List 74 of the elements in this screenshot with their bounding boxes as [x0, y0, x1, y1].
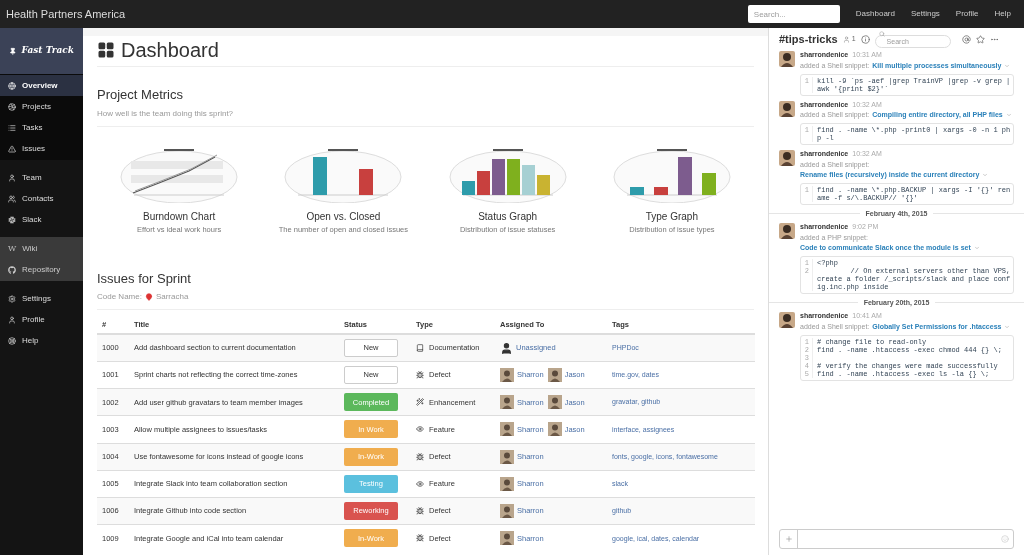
- nav-icon: [8, 123, 16, 132]
- brand-name[interactable]: Fast Track: [21, 44, 74, 58]
- dashboard-icon: [97, 41, 115, 59]
- avatar: [500, 503, 514, 518]
- section-title: Project Metrics: [97, 86, 184, 104]
- user-icon: [500, 341, 513, 355]
- caret-icon[interactable]: [1005, 112, 1012, 118]
- nav-icon: [8, 194, 16, 203]
- avatar: [779, 150, 795, 166]
- app-title: Health Partners America: [6, 6, 126, 22]
- nav-link[interactable]: Dashboard: [855, 8, 895, 20]
- section-title: Issues for Sprint: [97, 269, 192, 288]
- sidebar-item[interactable]: W Wiki: [0, 238, 83, 259]
- avatar: [500, 395, 514, 410]
- avatar: [779, 312, 795, 328]
- pin-icon: [144, 293, 153, 302]
- avatar: [500, 449, 514, 464]
- nav-icon: [8, 173, 16, 182]
- avatar: [500, 531, 514, 546]
- avatar: [547, 368, 562, 383]
- nav-icon: [8, 294, 16, 303]
- avatar: [547, 422, 562, 437]
- search-icon: [878, 30, 885, 37]
- nav-icon: [8, 144, 16, 153]
- star-icon[interactable]: [975, 34, 985, 44]
- avatar: [547, 395, 562, 410]
- sidebar-item[interactable]: Repository: [0, 259, 83, 280]
- sidebar-item[interactable]: Team: [0, 167, 83, 188]
- mention-icon[interactable]: [961, 34, 971, 44]
- section-subtitle: How well is the team doing this sprint?: [97, 107, 754, 127]
- member-icon: [842, 35, 850, 43]
- emoji-icon[interactable]: [1001, 535, 1009, 543]
- code-name-label: Code Name:: [97, 291, 142, 304]
- caret-icon[interactable]: [982, 171, 989, 178]
- chart-title: Status Graph: [478, 209, 538, 224]
- nav-icon: [8, 315, 16, 324]
- sidebar-item[interactable]: Projects: [0, 96, 83, 117]
- page-title: Dashboard: [121, 38, 219, 62]
- sidebar-item[interactable]: Tasks: [0, 117, 83, 138]
- nav-icon: [8, 102, 16, 111]
- nav-icon: [8, 215, 16, 224]
- avatar: [500, 422, 514, 437]
- sidebar-item[interactable]: Help: [0, 330, 83, 351]
- nav-icon: [8, 336, 16, 345]
- message-input[interactable]: [779, 529, 1014, 549]
- nav-icon: [8, 265, 16, 274]
- sidebar-item[interactable]: Settings: [0, 288, 83, 309]
- wiki-glyph: W: [8, 242, 17, 255]
- avatar: [779, 223, 795, 239]
- avatar: [500, 476, 514, 491]
- avatar: [779, 100, 795, 117]
- chart-title: Open vs. Closed: [306, 209, 381, 224]
- sidebar-item[interactable]: Contacts: [0, 188, 83, 209]
- code-name: Sarracha: [155, 291, 189, 304]
- sidebar-item[interactable]: Slack: [0, 209, 83, 230]
- nav-link[interactable]: Settings: [910, 8, 940, 20]
- avatar: [500, 368, 514, 383]
- chart-title: Type Graph: [645, 209, 698, 224]
- plus-icon: [784, 535, 793, 543]
- pin-icon: [9, 46, 17, 56]
- sidebar-item[interactable]: Issues: [0, 138, 83, 159]
- channel-name: #tips-tricks: [779, 31, 838, 47]
- caret-icon[interactable]: [1004, 323, 1011, 330]
- nav-icon: [8, 81, 16, 90]
- info-icon[interactable]: [860, 34, 870, 44]
- caret-icon[interactable]: [1004, 62, 1011, 69]
- nav-link[interactable]: Profile: [955, 8, 979, 20]
- avatar: [779, 51, 795, 67]
- search-field[interactable]: Search...: [747, 5, 840, 23]
- sidebar-item[interactable]: Overview: [0, 75, 83, 96]
- nav-link[interactable]: Help: [994, 8, 1011, 20]
- caret-icon[interactable]: [973, 244, 980, 251]
- chart-title: Burndown Chart: [143, 209, 216, 224]
- sidebar-item[interactable]: Profile: [0, 309, 83, 330]
